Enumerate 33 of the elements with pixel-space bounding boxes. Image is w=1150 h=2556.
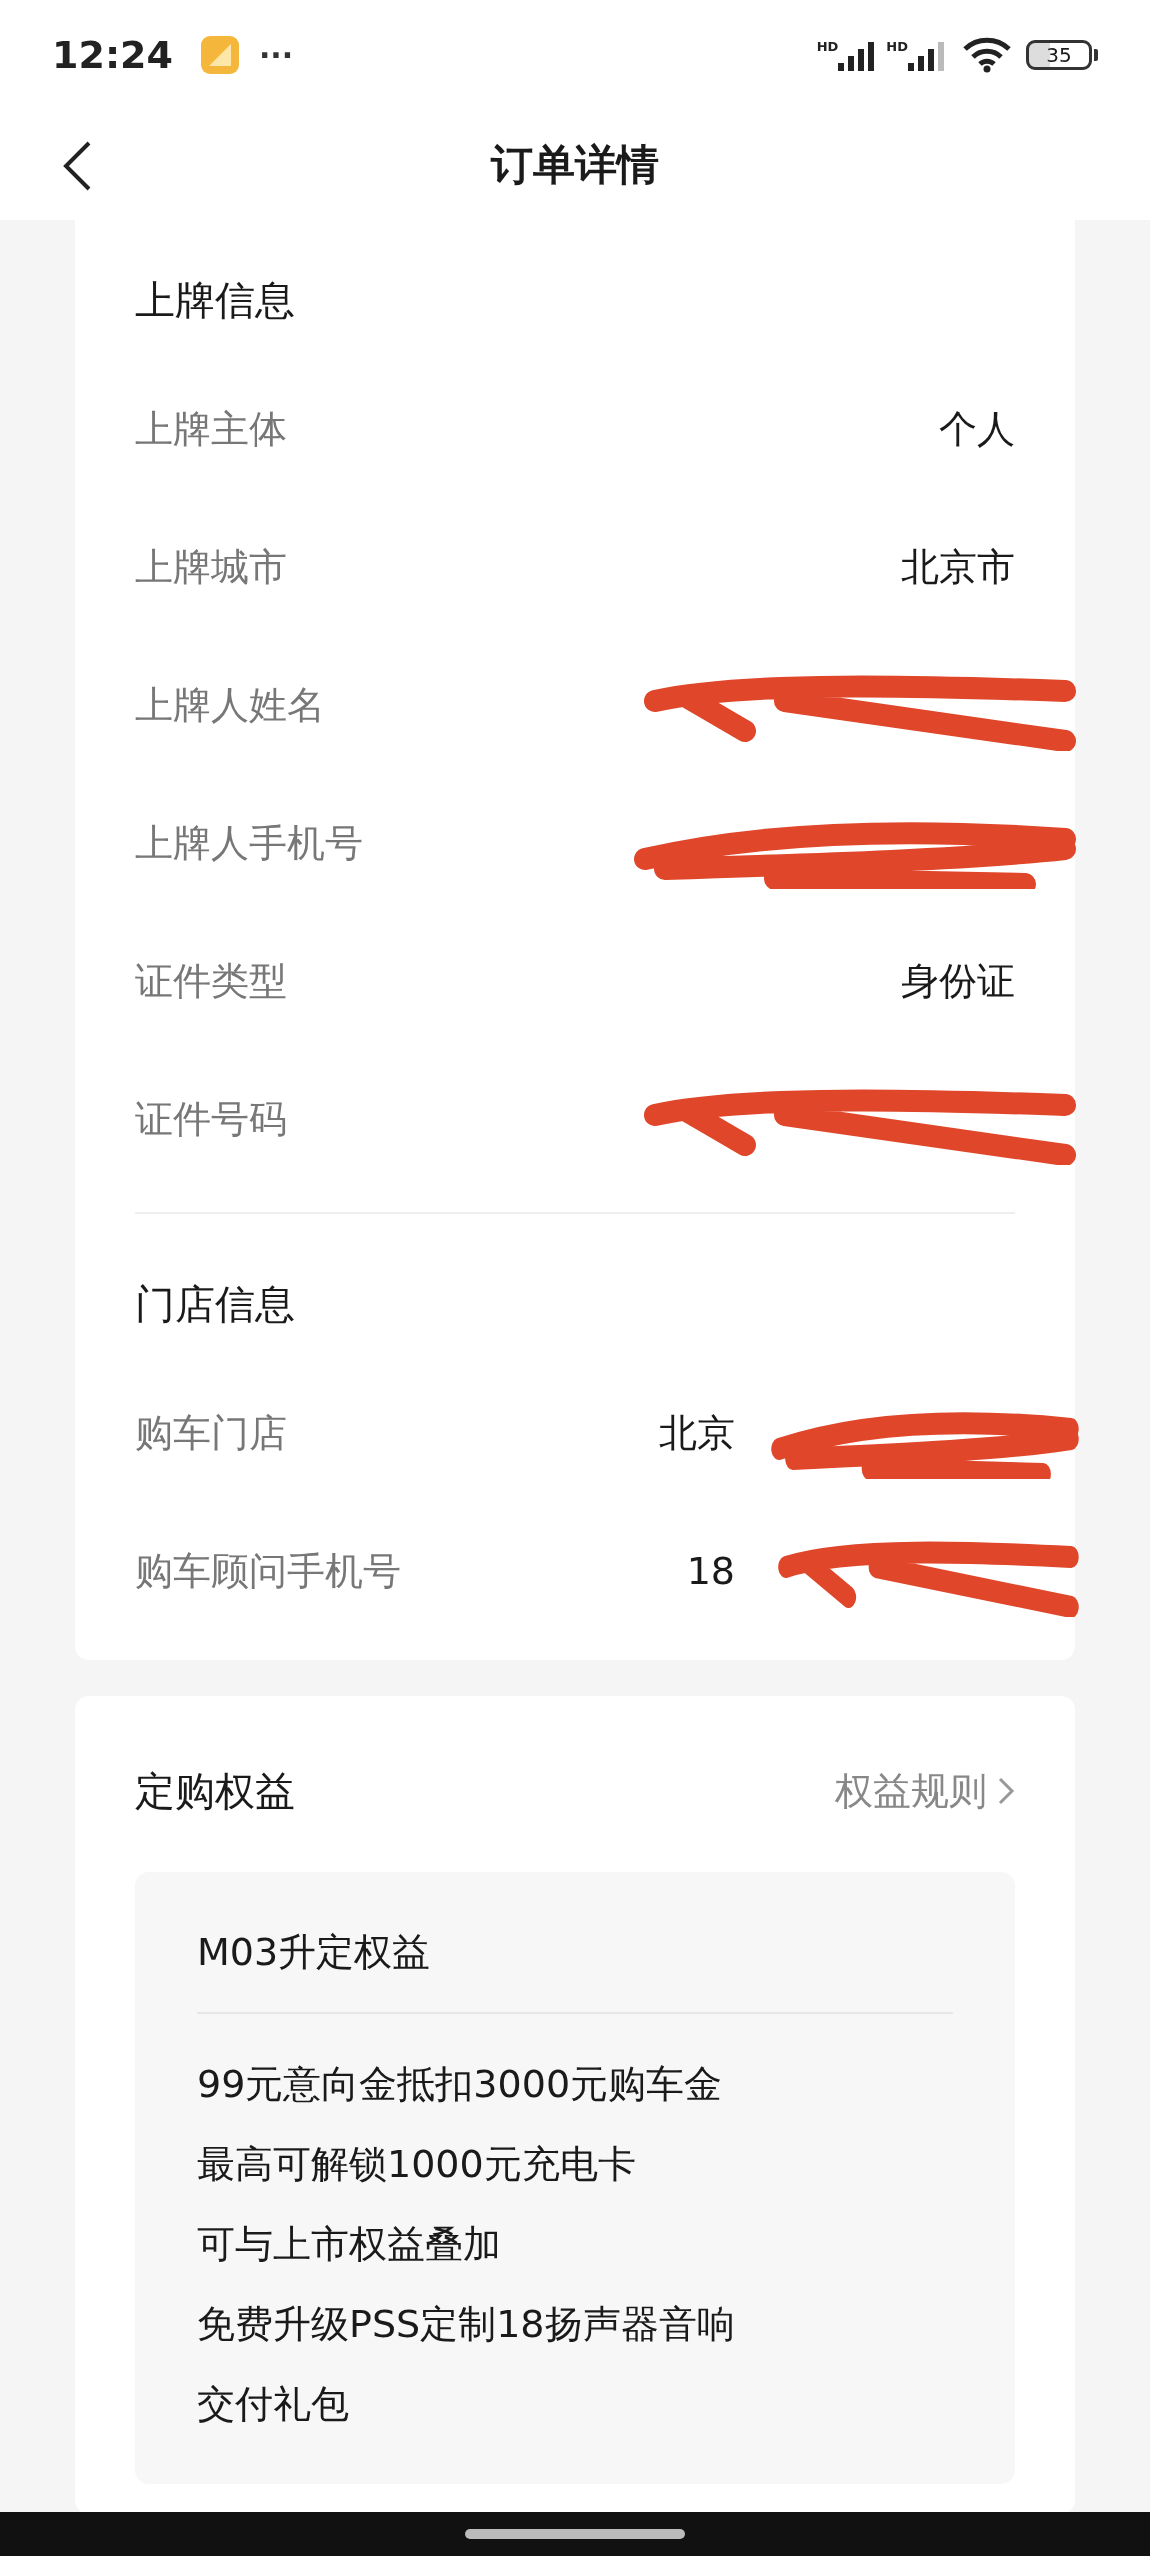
chevron-icon (997, 1776, 1015, 1806)
field-label: 购车顾问手机号 (135, 1547, 401, 1595)
notes-app-icon (200, 36, 239, 74)
benefit-title: M03升定权益 (197, 1928, 432, 1976)
benefit-line: 免费升级PSS定制18扬声器音响 (197, 2301, 736, 2348)
page-title: 订单详情 (491, 139, 659, 191)
wifi-icon (962, 37, 1012, 73)
benefit-line: 99元意向金抵扣3000元购车金 (197, 2061, 724, 2108)
field-value: 个人 (939, 405, 1015, 453)
hd-label: HD (886, 39, 908, 54)
field-label: 上牌人手机号 (135, 819, 363, 867)
hd-label: HD (816, 39, 839, 54)
field-label: 上牌人姓名 (135, 681, 325, 729)
status-time: 12:24 (52, 33, 173, 77)
rules-link[interactable]: 权益规则 (835, 1765, 1015, 1817)
field-label: 购车门店 (135, 1409, 287, 1457)
section-title: 定购权益 (135, 1766, 295, 1816)
field-label: 上牌城市 (135, 543, 287, 591)
field-value: 北京 (659, 1409, 735, 1457)
benefit-line: 可与上市权益叠加 (197, 2221, 502, 2268)
field-value: 18 (686, 1549, 735, 1593)
benefit-line: 交付礼包 (197, 2381, 350, 2428)
field-label: 证件类型 (135, 957, 287, 1005)
field-value: 北京市 (901, 543, 1015, 591)
benefit-line: 最高可解锁1000元充电卡 (197, 2141, 637, 2188)
battery-icon: 35 (1026, 40, 1092, 70)
section-title: 门店信息 (135, 1279, 296, 1329)
field-value: 身份证 (901, 957, 1015, 1005)
field-label: 证件号码 (135, 1095, 287, 1143)
section-title: 上牌信息 (135, 275, 296, 325)
field-label: 上牌主体 (135, 405, 287, 453)
back-icon[interactable] (62, 140, 92, 192)
more-notifications: ··· (258, 37, 294, 73)
